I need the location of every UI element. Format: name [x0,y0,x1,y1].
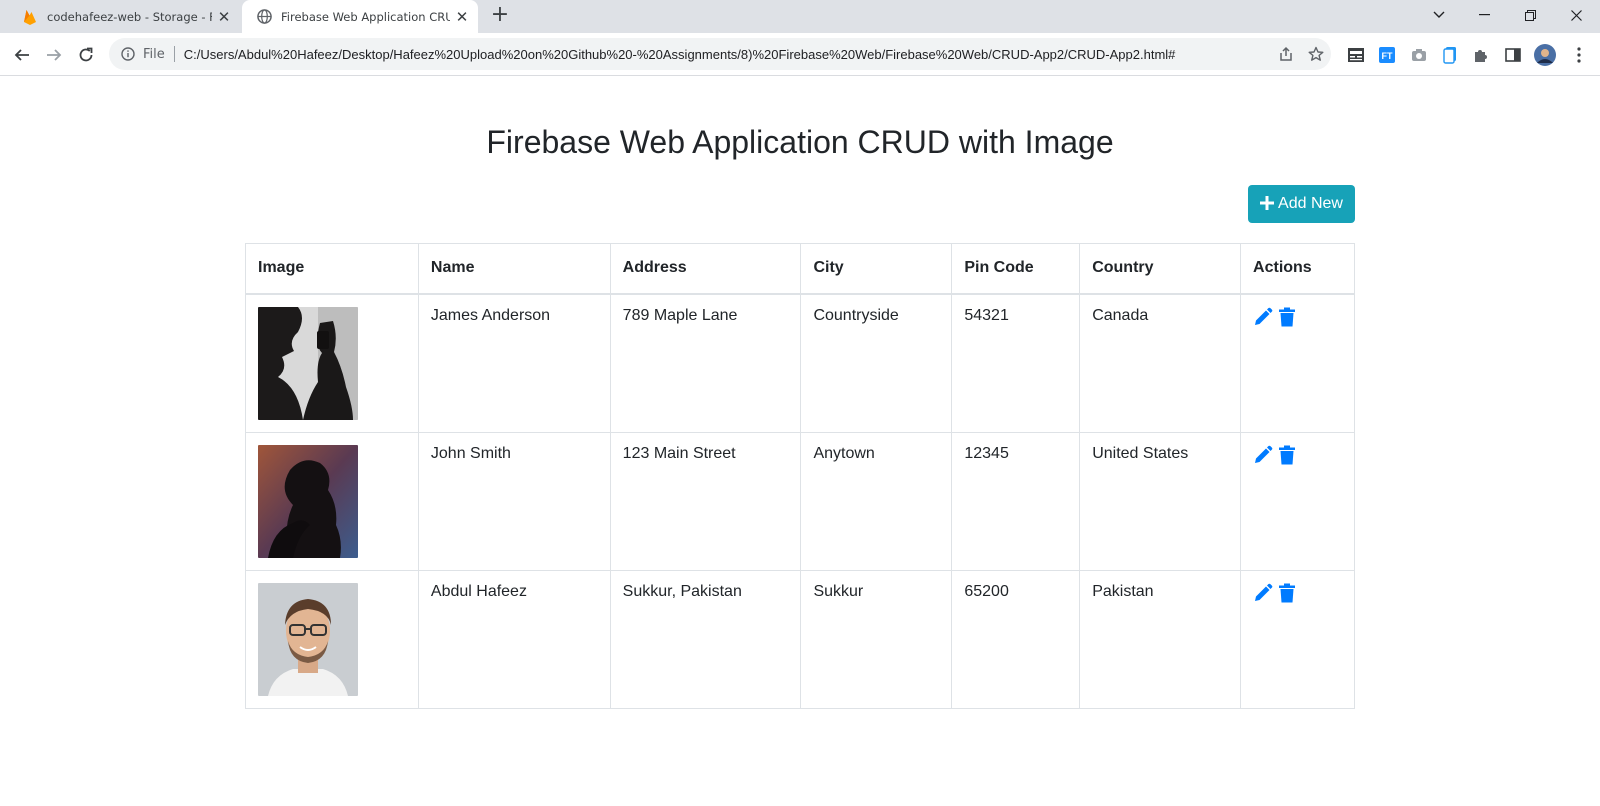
camera-icon[interactable] [1406,42,1432,68]
pencil-icon[interactable] [1253,445,1273,465]
address-cell: Sukkur, Pakistan [609,569,802,709]
actions-cell [1240,293,1355,433]
browser-tabstrip: codehafeez-web - Storage - Fireb ✕ Fireb… [0,0,1600,33]
firebase-icon [22,9,38,25]
tab-search-icon[interactable] [1417,0,1461,30]
browser-tab-storage[interactable]: codehafeez-web - Storage - Fireb ✕ [8,0,240,33]
news-extension-icon[interactable] [1343,42,1369,68]
add-new-label: Add New [1278,195,1343,212]
tab-title: codehafeez-web - Storage - Fireb [47,9,212,24]
menu-kebab-icon[interactable] [1566,42,1592,68]
name-cell: James Anderson [417,293,611,433]
svg-text:FT: FT [1382,51,1393,61]
column-header-country: Country [1079,243,1242,295]
new-tab-icon[interactable]: + [488,4,512,28]
pin-code-cell: 65200 [951,569,1081,709]
minimize-icon[interactable] [1462,0,1506,30]
close-tab-icon[interactable]: ✕ [212,5,236,29]
forward-icon[interactable] [40,41,68,69]
close-window-icon[interactable] [1554,0,1598,30]
profile-avatar[interactable] [1532,42,1558,68]
address-cell: 123 Main Street [609,431,802,571]
url-text[interactable]: C:/Users/Abdul%20Hafeez/Desktop/Hafeez%2… [184,47,1271,62]
globe-icon [256,9,272,25]
bookmark-star-icon[interactable] [1301,39,1331,69]
image-cell [245,569,419,709]
actions-cell [1240,431,1355,571]
copy-extension-icon[interactable] [1437,42,1463,68]
info-icon[interactable] [119,45,137,63]
scheme-label: File [143,46,165,62]
side-panel-icon[interactable] [1500,42,1526,68]
image-cell [245,431,419,571]
silhouette-sunset-photo [258,444,358,558]
column-header-actions: Actions [1240,243,1355,295]
browser-tab-crud[interactable]: Firebase Web Application CRUD w ✕ [242,0,478,33]
table-row: James Anderson 789 Maple Lane Countrysid… [245,293,1355,433]
image-cell [245,293,419,433]
back-icon[interactable] [8,41,36,69]
table-row: John Smith 123 Main Street Anytown 12345… [245,431,1355,571]
plus-icon [1260,195,1275,213]
ft-extension-icon[interactable]: FT [1374,42,1400,68]
city-cell: Anytown [800,431,953,571]
page-title: Firebase Web Application CRUD with Image [486,124,1114,160]
records-table: Image Name Address City Pin Code Country… [245,243,1355,709]
name-cell: Abdul Hafeez [417,569,611,709]
address-bar[interactable]: File C:/Users/Abdul%20Hafeez/Desktop/Haf… [109,38,1331,70]
close-tab-icon[interactable]: ✕ [450,5,474,29]
tab-title: Firebase Web Application CRUD w [281,9,450,24]
column-header-address: Address [609,243,802,295]
trash-icon[interactable] [1277,445,1297,465]
pencil-icon[interactable] [1253,583,1273,603]
reload-icon[interactable] [72,41,100,69]
actions-cell [1240,569,1355,709]
column-header-pin-code: Pin Code [951,243,1081,295]
silhouette-phone-photo [258,306,358,420]
man-glasses-portrait-photo [258,582,358,696]
country-cell: United States [1079,431,1242,571]
add-new-button[interactable]: Add New [1248,185,1355,223]
city-cell: Sukkur [800,569,953,709]
country-cell: Pakistan [1079,569,1242,709]
pin-code-cell: 54321 [951,293,1081,433]
pencil-icon[interactable] [1253,307,1273,327]
trash-icon[interactable] [1277,307,1297,327]
column-header-name: Name [417,243,611,295]
table-header-row: Image Name Address City Pin Code Country… [245,243,1355,295]
puzzle-extensions-icon[interactable] [1468,42,1494,68]
trash-icon[interactable] [1277,583,1297,603]
share-icon[interactable] [1271,39,1301,69]
table-row: Abdul Hafeez Sukkur, Pakistan Sukkur 652… [245,569,1355,709]
browser-toolbar: File C:/Users/Abdul%20Hafeez/Desktop/Haf… [0,33,1600,76]
restore-icon[interactable] [1508,0,1552,30]
city-cell: Countryside [800,293,953,433]
address-cell: 789 Maple Lane [609,293,802,433]
divider [173,46,175,62]
name-cell: John Smith [417,431,611,571]
column-header-city: City [800,243,953,295]
column-header-image: Image [245,243,419,295]
pin-code-cell: 12345 [951,431,1081,571]
country-cell: Canada [1079,293,1242,433]
